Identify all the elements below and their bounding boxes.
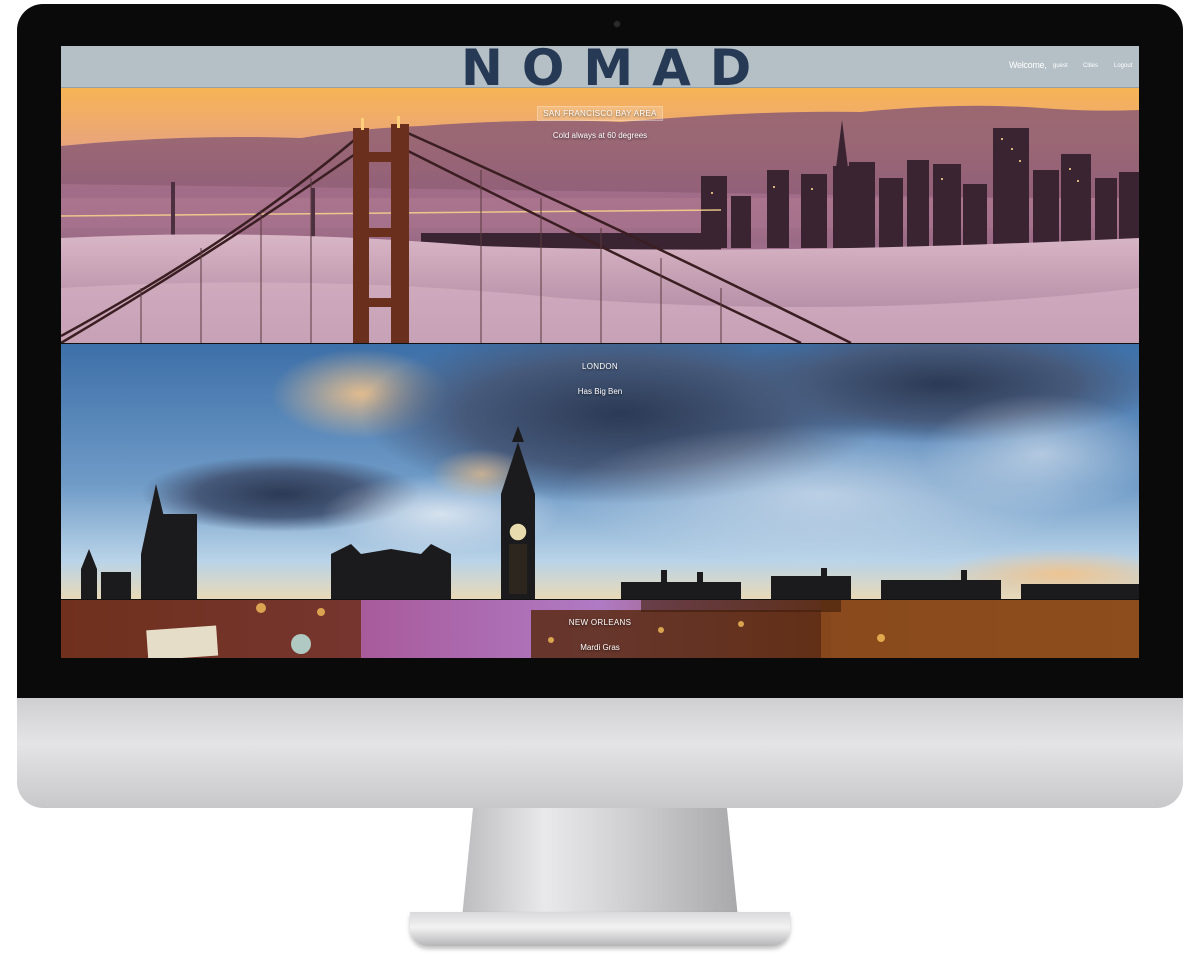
monitor-stand [462, 808, 738, 918]
city-card-new-orleans[interactable]: NEW ORLEANS Mardi Gras [61, 600, 1139, 658]
screen: NOMAD Welcome, guest Cities Logout SAN F… [61, 46, 1139, 658]
nav-logout-link[interactable]: Logout [1114, 63, 1132, 69]
city-name-label[interactable]: SAN FRANCISCO BAY AREA [537, 106, 663, 121]
city-card-san-francisco[interactable]: SAN FRANCISCO BAY AREA Cold always at 60… [61, 88, 1139, 344]
city-name-san-francisco: SAN FRANCISCO BAY AREA [61, 106, 1139, 121]
top-header: NOMAD Welcome, guest Cities Logout [61, 46, 1139, 97]
camera-icon [614, 21, 620, 27]
city-name-new-orleans[interactable]: NEW ORLEANS [61, 618, 1139, 627]
city-tagline-london: Has Big Ben [577, 387, 623, 396]
city-name-london[interactable]: LONDON [61, 362, 1139, 371]
city-card-london[interactable]: LONDON Has Big Ben [61, 344, 1139, 600]
welcome-text: Welcome, [1009, 60, 1047, 70]
london-image [61, 344, 1139, 599]
username-link[interactable]: guest [1053, 63, 1068, 69]
city-tagline-san-francisco: Cold always at 60 degrees [552, 131, 648, 140]
monitor-stand-base [410, 912, 790, 946]
city-tagline-new-orleans: Mardi Gras [580, 643, 620, 652]
nav-cities-link[interactable]: Cities [1083, 63, 1098, 69]
san-francisco-image [61, 88, 1139, 343]
